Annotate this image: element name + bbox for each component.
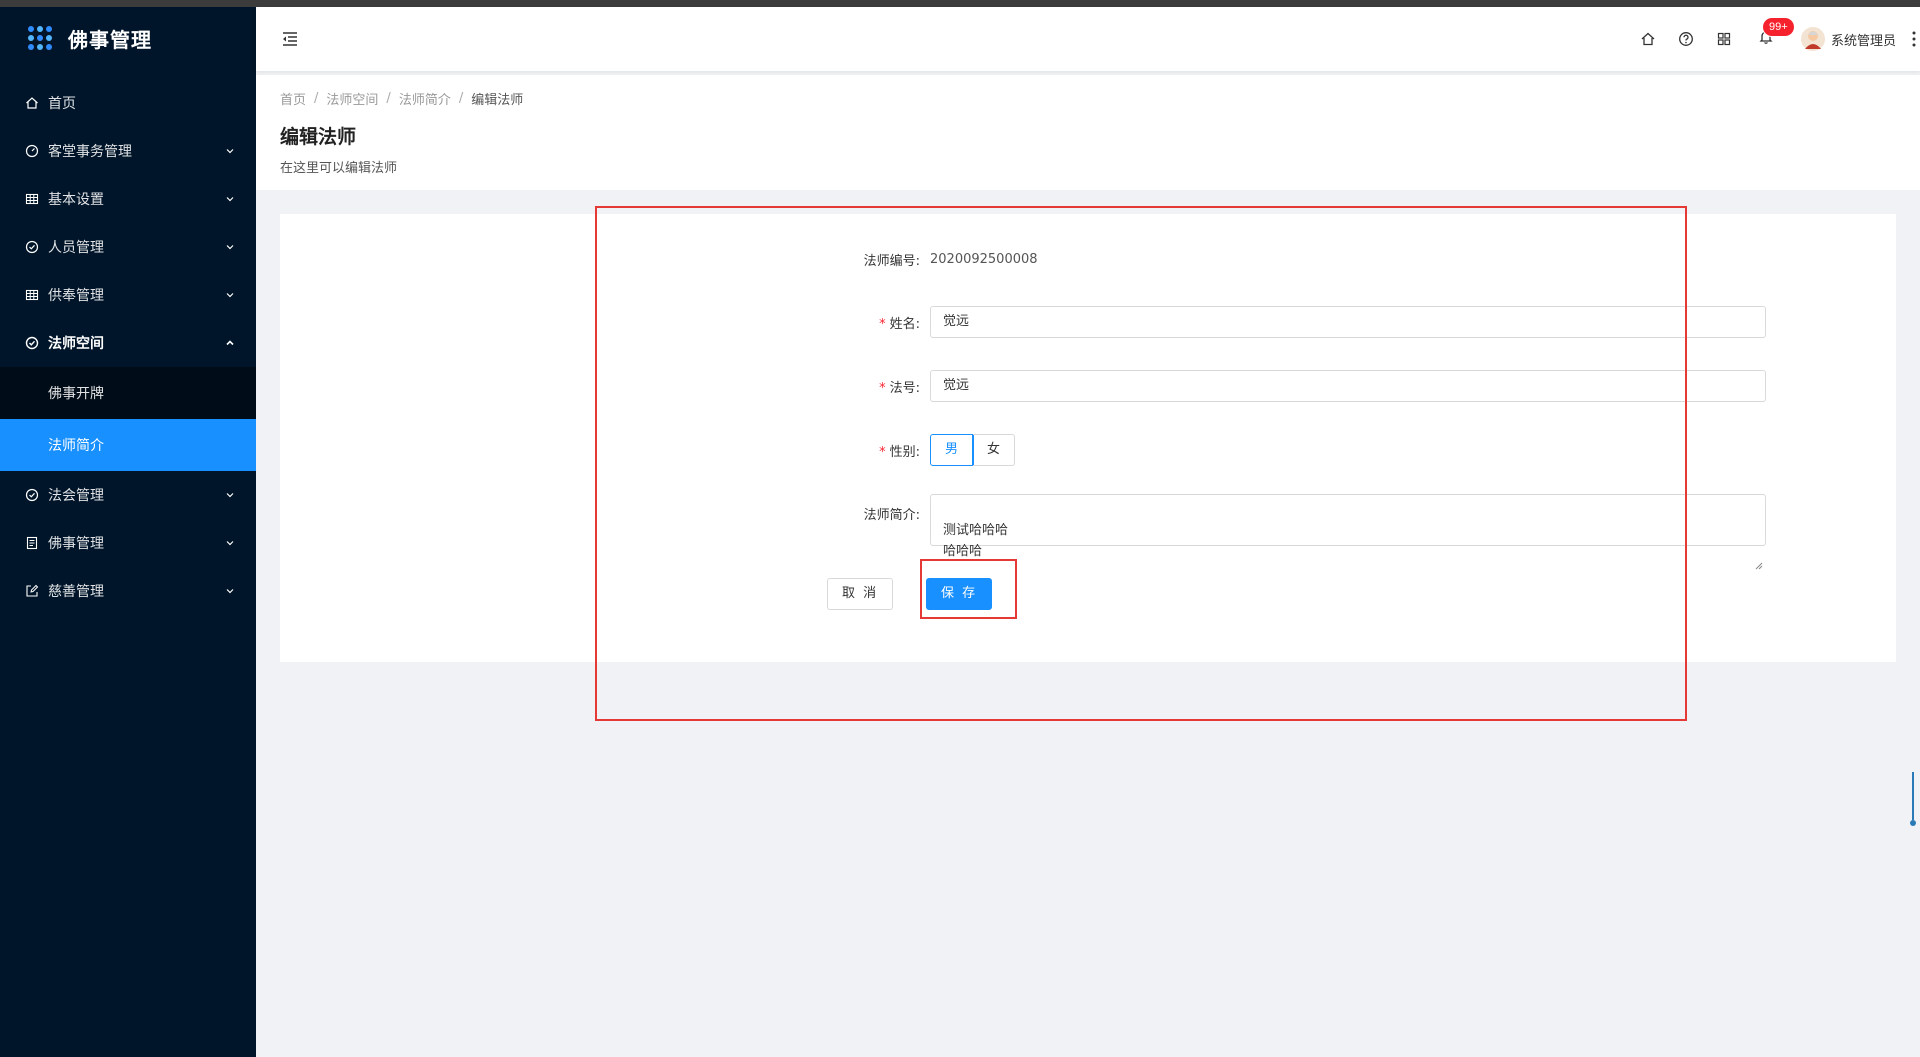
dashboard-icon	[24, 143, 40, 159]
breadcrumb-home[interactable]: 首页	[280, 89, 306, 108]
profile-icon	[24, 535, 40, 551]
logo[interactable]: 佛事管理	[0, 7, 256, 69]
notification-bell[interactable]: 99+	[1743, 7, 1794, 71]
breadcrumb: 首页 / 法师空间 / 法师简介 / 编辑法师	[280, 89, 1896, 108]
header-actions: 99+ 系统管理员	[1629, 7, 1920, 71]
page-subtitle: 在这里可以编辑法师	[280, 161, 398, 176]
check-circle-icon	[24, 239, 40, 255]
check-circle-icon	[24, 335, 40, 351]
table-icon	[24, 191, 40, 207]
sidebar-subitem-ritual-sign[interactable]: 佛事开牌	[0, 367, 256, 419]
sidebar-item-label: 基本设置	[48, 192, 104, 208]
sidebar-item-master-space[interactable]: 法师空间	[0, 319, 256, 367]
scroll-indicator-icon[interactable]	[1910, 772, 1916, 828]
breadcrumb-master-space[interactable]: 法师空间	[326, 89, 378, 108]
highlight-box-save	[920, 559, 1017, 619]
appstore-icon[interactable]	[1705, 7, 1743, 71]
sidebar-item-label: 慈善管理	[48, 584, 104, 600]
breadcrumb-current: 编辑法师	[471, 93, 524, 108]
sidebar-menu: 首页 客堂事务管理 基本设置 人员管理 供奉管理 法师空间 佛事开牌 法师简介 …	[0, 79, 256, 615]
top-header: 99+ 系统管理员	[256, 7, 1920, 71]
chevron-down-icon	[224, 241, 236, 253]
sidebar-item-label: 供奉管理	[48, 288, 104, 304]
check-circle-icon	[24, 487, 40, 503]
edit-icon	[24, 583, 40, 599]
sidebar-item-label: 法会管理	[48, 488, 104, 504]
submenu-master-space: 佛事开牌 法师简介	[0, 367, 256, 471]
sidebar-item-offering[interactable]: 供奉管理	[0, 271, 256, 319]
avatar	[1800, 27, 1825, 51]
sidebar: 佛事管理 首页 客堂事务管理 基本设置 人员管理 供奉管理 法师空间 佛事开牌 …	[0, 7, 256, 1057]
breadcrumb-master-intro[interactable]: 法师简介	[399, 89, 451, 108]
resize-handle-icon[interactable]	[1755, 535, 1763, 570]
sidebar-subitem-master-intro[interactable]: 法师简介	[0, 419, 256, 471]
sidebar-item-label: 佛事管理	[48, 536, 104, 552]
breadcrumb-separator: /	[386, 91, 391, 106]
sidebar-item-basic-settings[interactable]: 基本设置	[0, 175, 256, 223]
page-title: 编辑法师	[280, 126, 357, 148]
notification-badge: 99+	[1762, 18, 1794, 36]
chevron-down-icon	[224, 193, 236, 205]
chevron-down-icon	[224, 145, 236, 157]
breadcrumb-separator: /	[458, 91, 464, 106]
home-icon[interactable]	[1629, 7, 1667, 71]
chevron-down-icon	[224, 585, 236, 597]
more-vertical-icon[interactable]	[1912, 31, 1916, 47]
sidebar-item-label: 首页	[48, 96, 76, 112]
sidebar-item-personnel[interactable]: 人员管理	[0, 223, 256, 271]
breadcrumb-separator: /	[314, 91, 319, 106]
highlight-box-form	[595, 206, 1687, 721]
window-top-strip	[0, 0, 1920, 7]
chevron-down-icon	[224, 489, 236, 501]
user-menu[interactable]: 系统管理员	[1800, 27, 1920, 51]
table-icon	[24, 287, 40, 303]
sidebar-item-dharma-assembly[interactable]: 法会管理	[0, 471, 256, 519]
chevron-up-icon	[224, 337, 236, 349]
chevron-down-icon	[224, 289, 236, 301]
sidebar-item-hall-affairs[interactable]: 客堂事务管理	[0, 127, 256, 175]
sidebar-item-buddhist-affairs[interactable]: 佛事管理	[0, 519, 256, 567]
page-header: 首页 / 法师空间 / 法师简介 / 编辑法师 编辑法师 在这里可以编辑法师	[256, 75, 1920, 190]
home-icon	[24, 95, 40, 111]
chevron-down-icon	[224, 537, 236, 549]
app-title: 佛事管理	[68, 27, 152, 52]
sidebar-item-label: 人员管理	[48, 240, 104, 256]
sidebar-item-label: 客堂事务管理	[48, 144, 132, 160]
help-icon[interactable]	[1667, 7, 1705, 71]
sidebar-item-label: 法师空间	[48, 336, 104, 352]
sidebar-item-home[interactable]: 首页	[0, 79, 256, 127]
user-name: 系统管理员	[1830, 33, 1896, 49]
menu-fold-icon[interactable]	[280, 29, 300, 49]
sidebar-item-charity[interactable]: 慈善管理	[0, 567, 256, 615]
apps-grid-icon	[28, 26, 52, 50]
